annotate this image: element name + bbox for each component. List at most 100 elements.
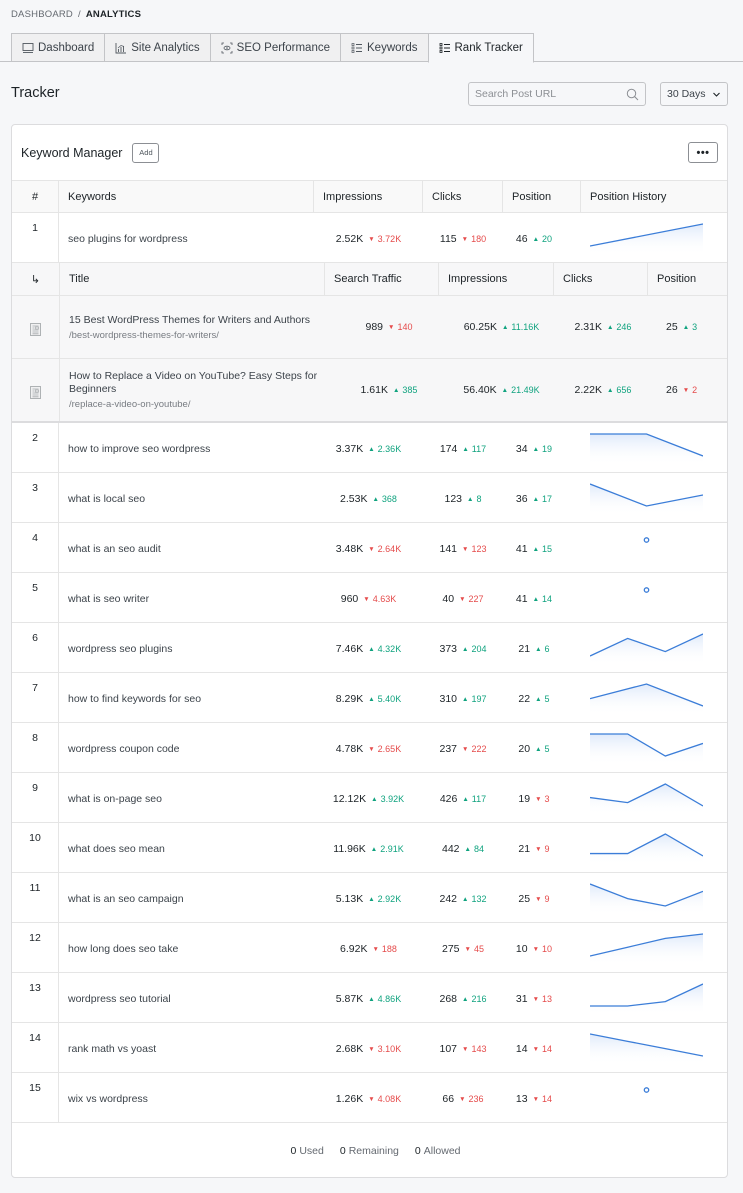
position-history-sparkline bbox=[581, 673, 727, 722]
keyword-row[interactable]: 8 wordpress coupon code 4.78K ▼ 2.65K 237… bbox=[12, 723, 727, 773]
search-traffic: 1.61K ▲ 385 bbox=[325, 359, 439, 421]
keyword-text[interactable]: what is seo writer bbox=[59, 573, 314, 622]
keyword-row[interactable]: 2 how to improve seo wordpress 3.37K ▲ 2.… bbox=[12, 423, 727, 473]
impressions-value: 12.12K bbox=[332, 792, 367, 805]
keyword-text[interactable]: what is on-page seo bbox=[59, 773, 314, 822]
keyword-text[interactable]: wordpress coupon code bbox=[59, 723, 314, 772]
keyword-row[interactable]: 13 wordpress seo tutorial 5.87K ▲ 4.86K 2… bbox=[12, 973, 727, 1023]
clicks: 123 ▲ 8 bbox=[423, 473, 503, 522]
position: 21 ▼ 9 bbox=[503, 823, 581, 872]
position-value: 20 bbox=[518, 742, 531, 755]
tab-seo-performance[interactable]: SEO Performance bbox=[209, 33, 340, 62]
column-header-impressions[interactable]: Impressions bbox=[314, 181, 423, 212]
subtable-header-title: Title bbox=[60, 263, 325, 295]
subtable-header-clicks: Clicks bbox=[554, 263, 648, 295]
keyword-text[interactable]: what does seo mean bbox=[59, 823, 314, 872]
keyword-row[interactable]: 10 what does seo mean 11.96K ▲ 2.91K 442 … bbox=[12, 823, 727, 873]
keyword-text[interactable]: wordpress seo tutorial bbox=[59, 973, 314, 1022]
more-options-button[interactable]: ••• bbox=[688, 142, 718, 163]
keyword-text[interactable]: how to improve seo wordpress bbox=[59, 423, 314, 472]
tab-label: Rank Tracker bbox=[454, 42, 523, 54]
keyword-text[interactable]: wordpress seo plugins bbox=[59, 623, 314, 672]
breadcrumb-current: ANALYTICS bbox=[85, 9, 142, 20]
search-traffic-change: ▼ 140 bbox=[388, 322, 413, 332]
keyword-row[interactable]: 1 seo plugins for wordpress 2.52K ▼ 3.72K… bbox=[12, 213, 727, 263]
post-url[interactable]: /best-wordpress-themes-for-writers/ bbox=[69, 330, 325, 341]
search-post-url[interactable] bbox=[468, 82, 646, 106]
clicks-value: 107 bbox=[439, 1042, 458, 1055]
clicks-value: 115 bbox=[439, 232, 457, 245]
sparkline-area bbox=[590, 1034, 703, 1065]
keyword-row[interactable]: 6 wordpress seo plugins 7.46K ▲ 4.32K 373… bbox=[12, 623, 727, 673]
post-row[interactable]: How to Replace a Video on YouTube? Easy … bbox=[12, 359, 727, 423]
impressions-value: 5.13K bbox=[335, 892, 364, 905]
tab-dashboard[interactable]: Dashboard bbox=[11, 33, 105, 62]
breadcrumb-parent[interactable]: DASHBOARD bbox=[11, 9, 73, 20]
keyword-row[interactable]: 11 what is an seo campaign 5.13K ▲ 2.92K … bbox=[12, 873, 727, 923]
keyword-text[interactable]: seo plugins for wordpress bbox=[59, 213, 314, 262]
clicks-change: ▲ 117 bbox=[462, 443, 487, 454]
sparkline-chart bbox=[590, 683, 703, 715]
breadcrumb-separator: / bbox=[77, 9, 81, 20]
keyword-row[interactable]: 7 how to find keywords for seo 8.29K ▲ 5.… bbox=[12, 673, 727, 723]
add-keyword-button[interactable]: Add bbox=[132, 142, 160, 163]
arrow-up-icon: ▲ bbox=[532, 235, 540, 243]
impressions-value: 960 bbox=[340, 592, 359, 605]
impressions-change: ▲ 5.40K bbox=[368, 693, 402, 704]
position-history-sparkline bbox=[581, 823, 727, 872]
clicks: 2.31K ▲ 246 bbox=[554, 296, 648, 358]
post-title-cell: 15 Best WordPress Themes for Writers and… bbox=[60, 296, 325, 358]
arrow-down-icon: ▼ bbox=[532, 945, 540, 953]
arrow-up-icon: ▲ bbox=[462, 645, 469, 653]
position: 34 ▲ 19 bbox=[503, 423, 581, 472]
position: 19 ▼ 3 bbox=[503, 773, 581, 822]
clicks-value: 123 bbox=[444, 492, 463, 505]
tab-keywords[interactable]: Keywords bbox=[340, 33, 428, 62]
tab-rank-tracker[interactable]: Rank Tracker bbox=[427, 33, 534, 63]
sparkline-chart bbox=[643, 1087, 650, 1093]
search-icon[interactable] bbox=[626, 88, 639, 101]
sparkline-chart bbox=[590, 983, 703, 1015]
clicks-value: 174 bbox=[439, 442, 458, 455]
keyword-row[interactable]: 3 what is local seo 2.53K ▲ 368 123 ▲ 8 36… bbox=[12, 473, 727, 523]
clicks: 107 ▼ 143 bbox=[423, 1023, 503, 1072]
arrow-down-icon: ▼ bbox=[682, 387, 690, 394]
keyword-text[interactable]: how to find keywords for seo bbox=[59, 673, 314, 722]
post-title[interactable]: How to Replace a Video on YouTube? Easy … bbox=[69, 370, 325, 396]
keyword-text[interactable]: what is an seo campaign bbox=[59, 873, 314, 922]
sparkline-point bbox=[643, 537, 650, 543]
keyword-text[interactable]: rank math vs yoast bbox=[59, 1023, 314, 1072]
impressions: 960 ▼ 4.63K bbox=[314, 573, 423, 622]
keyword-row[interactable]: 15 wix vs wordpress 1.26K ▼ 4.08K 66 ▼ 236… bbox=[12, 1073, 727, 1123]
keyword-text[interactable]: what is local seo bbox=[59, 473, 314, 522]
search-input[interactable] bbox=[475, 88, 626, 100]
position-history-sparkline bbox=[581, 923, 727, 972]
tab-site-analytics[interactable]: Site Analytics bbox=[104, 33, 210, 62]
post-title[interactable]: 15 Best WordPress Themes for Writers and… bbox=[69, 314, 325, 327]
eye-scan-icon bbox=[221, 42, 233, 53]
clicks: 242 ▲ 132 bbox=[423, 873, 503, 922]
column-header-keywords[interactable]: Keywords bbox=[59, 181, 314, 212]
keyword-row[interactable]: 4 what is an seo audit 3.48K ▼ 2.64K 141 … bbox=[12, 523, 727, 573]
monitor-icon bbox=[22, 42, 34, 53]
subtable-header-arrow: ↳ bbox=[12, 263, 60, 295]
clicks-value: 2.22K bbox=[574, 384, 602, 396]
impressions-change: ▼ 4.08K bbox=[368, 1093, 402, 1104]
position-change: ▲ 6 bbox=[535, 643, 550, 654]
post-row[interactable]: 15 Best WordPress Themes for Writers and… bbox=[12, 296, 727, 359]
post-url[interactable]: /replace-a-video-on-youtube/ bbox=[69, 399, 325, 410]
breadcrumb: DASHBOARD / ANALYTICS bbox=[11, 9, 141, 20]
impressions-change: ▼ 4.63K bbox=[363, 593, 397, 604]
keyword-text[interactable]: how long does seo take bbox=[59, 923, 314, 972]
column-header-position[interactable]: Position bbox=[503, 181, 581, 212]
keyword-row[interactable]: 14 rank math vs yoast 2.68K ▼ 3.10K 107 ▼… bbox=[12, 1023, 727, 1073]
keyword-row[interactable]: 12 how long does seo take 6.92K ▼ 188 275… bbox=[12, 923, 727, 973]
keyword-text[interactable]: what is an seo audit bbox=[59, 523, 314, 572]
arrow-down-icon: ▼ bbox=[532, 1045, 540, 1053]
keyword-row[interactable]: 5 what is seo writer 960 ▼ 4.63K 40 ▼ 227 … bbox=[12, 573, 727, 623]
keyword-row[interactable]: 9 what is on-page seo 12.12K ▲ 3.92K 426 … bbox=[12, 773, 727, 823]
impressions-change: ▼ 188 bbox=[372, 943, 397, 954]
column-header-clicks[interactable]: Clicks bbox=[423, 181, 503, 212]
keyword-text[interactable]: wix vs wordpress bbox=[59, 1073, 314, 1122]
period-select[interactable]: 30 Days bbox=[660, 82, 728, 106]
